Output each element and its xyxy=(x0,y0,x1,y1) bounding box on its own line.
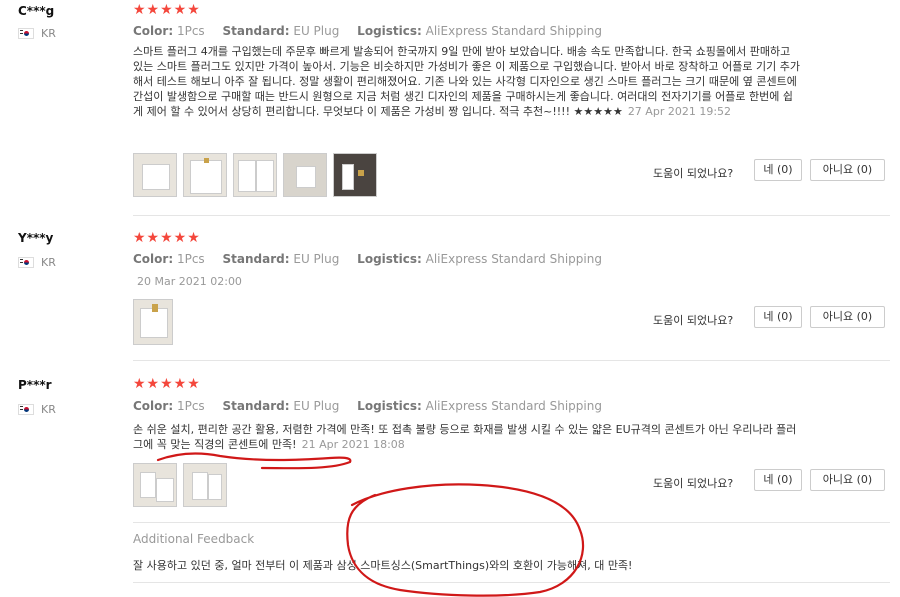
review-meta: Color: 1Pcs Standard: EU Plug Logistics:… xyxy=(133,24,602,38)
logistics-value: AliExpress Standard Shipping xyxy=(425,252,602,266)
red-circle-mark xyxy=(346,483,585,597)
color-value: 1Pcs xyxy=(176,399,205,413)
review-date: 21 Apr 2021 18:08 xyxy=(301,438,405,451)
helpful-label: 도움이 되었나요? xyxy=(653,314,734,327)
review-text: 손 쉬운 설치, 편리한 공간 활용, 저렴한 가격에 만족! 또 접촉 불량 … xyxy=(133,422,803,452)
helpful-no-button[interactable]: 아니요 (0) xyxy=(810,159,885,181)
review-photo[interactable] xyxy=(133,299,173,345)
review-date: 20 Mar 2021 02:00 xyxy=(137,275,242,288)
review-date: 27 Apr 2021 19:52 xyxy=(627,105,732,118)
star-rating: ★★★★★ xyxy=(133,376,201,392)
review-photos xyxy=(133,299,173,345)
country-code: KR xyxy=(41,256,56,269)
color-label: Color: xyxy=(133,252,174,266)
helpful-yes-button[interactable]: 네 (0) xyxy=(754,469,802,491)
review-meta: Color: 1Pcs Standard: EU Plug Logistics:… xyxy=(133,252,602,266)
korea-flag-icon xyxy=(18,28,34,39)
color-label: Color: xyxy=(133,24,174,38)
korea-flag-icon xyxy=(18,404,34,415)
reviewer-name: Y***y xyxy=(18,231,54,245)
review-meta: Color: 1Pcs Standard: EU Plug Logistics:… xyxy=(133,399,602,413)
additional-feedback-title: Additional Feedback xyxy=(133,532,255,546)
logistics-value: AliExpress Standard Shipping xyxy=(425,24,602,38)
star-rating: ★★★★★ xyxy=(133,2,201,18)
helpful-label: 도움이 되었나요? xyxy=(653,477,734,490)
standard-value: EU Plug xyxy=(293,399,340,413)
reviewer-country: KR xyxy=(18,256,56,269)
review-divider xyxy=(133,360,890,361)
helpful-label: 도움이 되었나요? xyxy=(653,167,734,180)
reviewer-name: C***g xyxy=(18,4,55,18)
standard-label: Standard: xyxy=(222,24,290,38)
review-divider xyxy=(133,215,890,216)
reviewer-name: P***r xyxy=(18,378,52,392)
review-photo[interactable] xyxy=(333,153,377,197)
standard-value: EU Plug xyxy=(293,252,340,266)
feedback-divider xyxy=(133,522,890,523)
logistics-label: Logistics: xyxy=(357,24,422,38)
review-text: 스마트 플러그 4개를 구입했는데 주문후 빠르게 발송되어 한국까지 9일 만… xyxy=(133,44,803,119)
reviewer-country: KR xyxy=(18,27,56,40)
color-value: 1Pcs xyxy=(176,252,205,266)
review-photo[interactable] xyxy=(133,153,177,197)
helpful-yes-button[interactable]: 네 (0) xyxy=(754,306,802,328)
country-code: KR xyxy=(41,27,56,40)
review-photos xyxy=(133,463,227,507)
review-photo[interactable] xyxy=(283,153,327,197)
review-photos xyxy=(133,153,377,197)
additional-feedback-text: 잘 사용하고 있던 중, 얼마 전부터 이 제품과 삼성 스마트싱스(Smart… xyxy=(133,559,633,572)
helpful-no-button[interactable]: 아니요 (0) xyxy=(810,306,885,328)
color-value: 1Pcs xyxy=(176,24,205,38)
logistics-label: Logistics: xyxy=(357,399,422,413)
color-label: Color: xyxy=(133,399,174,413)
review-photo[interactable] xyxy=(183,463,227,507)
standard-label: Standard: xyxy=(222,252,290,266)
review-divider xyxy=(133,582,890,583)
logistics-value: AliExpress Standard Shipping xyxy=(425,399,602,413)
country-code: KR xyxy=(41,403,56,416)
korea-flag-icon xyxy=(18,257,34,268)
review-photo[interactable] xyxy=(233,153,277,197)
review-body: 손 쉬운 설치, 편리한 공간 활용, 저렴한 가격에 만족! 또 접촉 불량 … xyxy=(133,423,797,451)
standard-value: EU Plug xyxy=(293,24,340,38)
helpful-no-button[interactable]: 아니요 (0) xyxy=(810,469,885,491)
helpful-yes-button[interactable]: 네 (0) xyxy=(754,159,802,181)
review-photo[interactable] xyxy=(183,153,227,197)
review-photo[interactable] xyxy=(133,463,177,507)
star-rating: ★★★★★ xyxy=(133,230,201,246)
standard-label: Standard: xyxy=(222,399,290,413)
logistics-label: Logistics: xyxy=(357,252,422,266)
reviewer-country: KR xyxy=(18,403,56,416)
